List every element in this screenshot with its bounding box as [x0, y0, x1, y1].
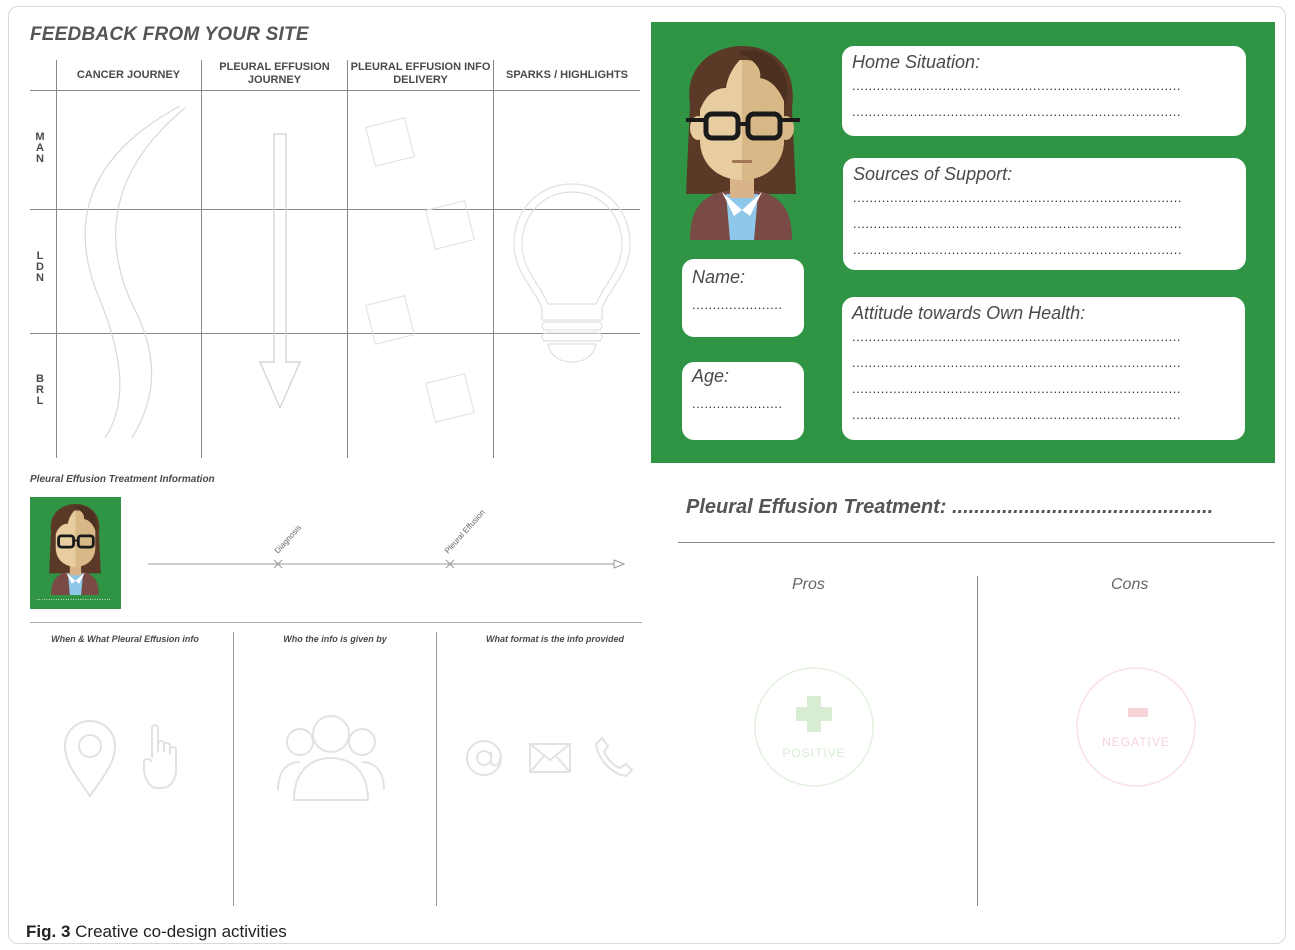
answer-line: ...................... — [692, 396, 783, 411]
home-situation-label: Home Situation: — [852, 52, 981, 72]
caption-text: Creative co-design activities — [75, 922, 287, 941]
positive-badge: POSITIVE — [754, 667, 874, 787]
treatment-title: Pleural Effusion Treatment: ............… — [686, 496, 1213, 519]
column-header-cancer-journey: CANCER JOURNEY — [76, 68, 181, 81]
row-header-brl: BRL — [36, 373, 44, 407]
answer-line: ...................... — [692, 297, 783, 312]
sources-of-support-label: Sources of Support: — [853, 164, 1013, 184]
sources-of-support-card[interactable]: Sources of Support: ....................… — [843, 158, 1246, 270]
grid-line — [493, 60, 494, 458]
answer-line: ........................................… — [852, 104, 1181, 119]
attitude-card[interactable]: Attitude towards Own Health: ...........… — [842, 297, 1245, 440]
treatment-title-label: Pleural Effusion Treatment: — [686, 496, 947, 518]
caption-fig-number: Fig. 3 — [26, 922, 71, 941]
divider — [977, 576, 978, 906]
pros-label: Pros — [792, 576, 825, 593]
minus-icon — [1128, 708, 1148, 717]
answer-line: ........................................… — [852, 355, 1181, 370]
home-situation-card[interactable]: Home Situation: ........................… — [842, 46, 1246, 136]
age-label: Age: — [692, 366, 730, 386]
lightbulb-icon — [513, 183, 631, 363]
person-avatar-icon — [49, 503, 101, 595]
negative-label: NEGATIVE — [1102, 735, 1170, 749]
person-avatar-icon — [686, 46, 800, 240]
sticky-note-icon — [365, 117, 475, 423]
timeline: Diagnosis Pleural Effusion — [148, 508, 626, 569]
column-header-pe-journey: PLEURAL EFFUSION JOURNEY — [219, 61, 330, 86]
age-card[interactable]: Age: ...................... — [682, 362, 804, 440]
divider — [436, 632, 437, 906]
answer-line: ........................................… — [852, 381, 1181, 396]
answer-line: ........................................… — [853, 242, 1182, 257]
attitude-label: Attitude towards Own Health: — [852, 303, 1086, 323]
negative-badge: NEGATIVE — [1076, 667, 1196, 787]
answer-line: ........................................… — [853, 216, 1182, 231]
location-pin-icon — [63, 719, 117, 798]
positive-label: POSITIVE — [782, 746, 845, 760]
road-icon — [84, 105, 186, 439]
answer-line: ........................................… — [852, 407, 1181, 422]
name-label: Name: — [692, 267, 746, 287]
row-header-ldn: LDN — [36, 250, 44, 284]
pointing-hand-icon — [143, 724, 177, 789]
treatment-info-title: Pleural Effusion Treatment Information — [30, 474, 215, 485]
at-sign-icon — [466, 740, 502, 776]
grid-line — [30, 90, 640, 91]
answer-line: ........................................… — [852, 329, 1181, 344]
grid-line — [347, 60, 348, 458]
phone-icon — [594, 736, 634, 778]
divider — [233, 632, 234, 906]
figure-caption: Fig. 3 Creative co-design activities — [26, 922, 287, 942]
people-group-icon — [277, 715, 385, 801]
column-header-pe-info-delivery: PLEURAL EFFUSION INFO DELIVERY — [350, 61, 491, 86]
name-card[interactable]: Name: ...................... — [682, 259, 804, 337]
subhead-who: Who the info is given by — [283, 634, 387, 644]
cons-label: Cons — [1111, 576, 1149, 593]
board-title: FEEDBACK FROM YOUR SITE — [30, 24, 309, 45]
grid-line — [201, 60, 202, 458]
mini-persona-card: ............................... — [30, 497, 121, 609]
column-header-sparks: SPARKS / HIGHLIGHTS — [505, 68, 629, 81]
divider — [678, 542, 1275, 543]
timeline-label-diagnosis: Diagnosis — [273, 523, 303, 555]
subhead-when-what: When & What Pleural Effusion info — [51, 634, 199, 644]
subhead-format: What format is the info provided — [485, 634, 624, 644]
divider — [30, 622, 642, 623]
mini-name-line: ............................... — [36, 593, 112, 602]
arrow-down-icon — [259, 133, 301, 410]
envelope-icon — [529, 743, 571, 773]
answer-line: ........................................… — [852, 78, 1181, 93]
answer-line: ........................................… — [853, 190, 1182, 205]
row-header-man: MAN — [35, 131, 45, 165]
treatment-title-line: ........................................… — [952, 496, 1214, 518]
grid-line — [56, 60, 57, 458]
timeline-label-pleural-effusion: Pleural Effusion — [443, 508, 487, 556]
